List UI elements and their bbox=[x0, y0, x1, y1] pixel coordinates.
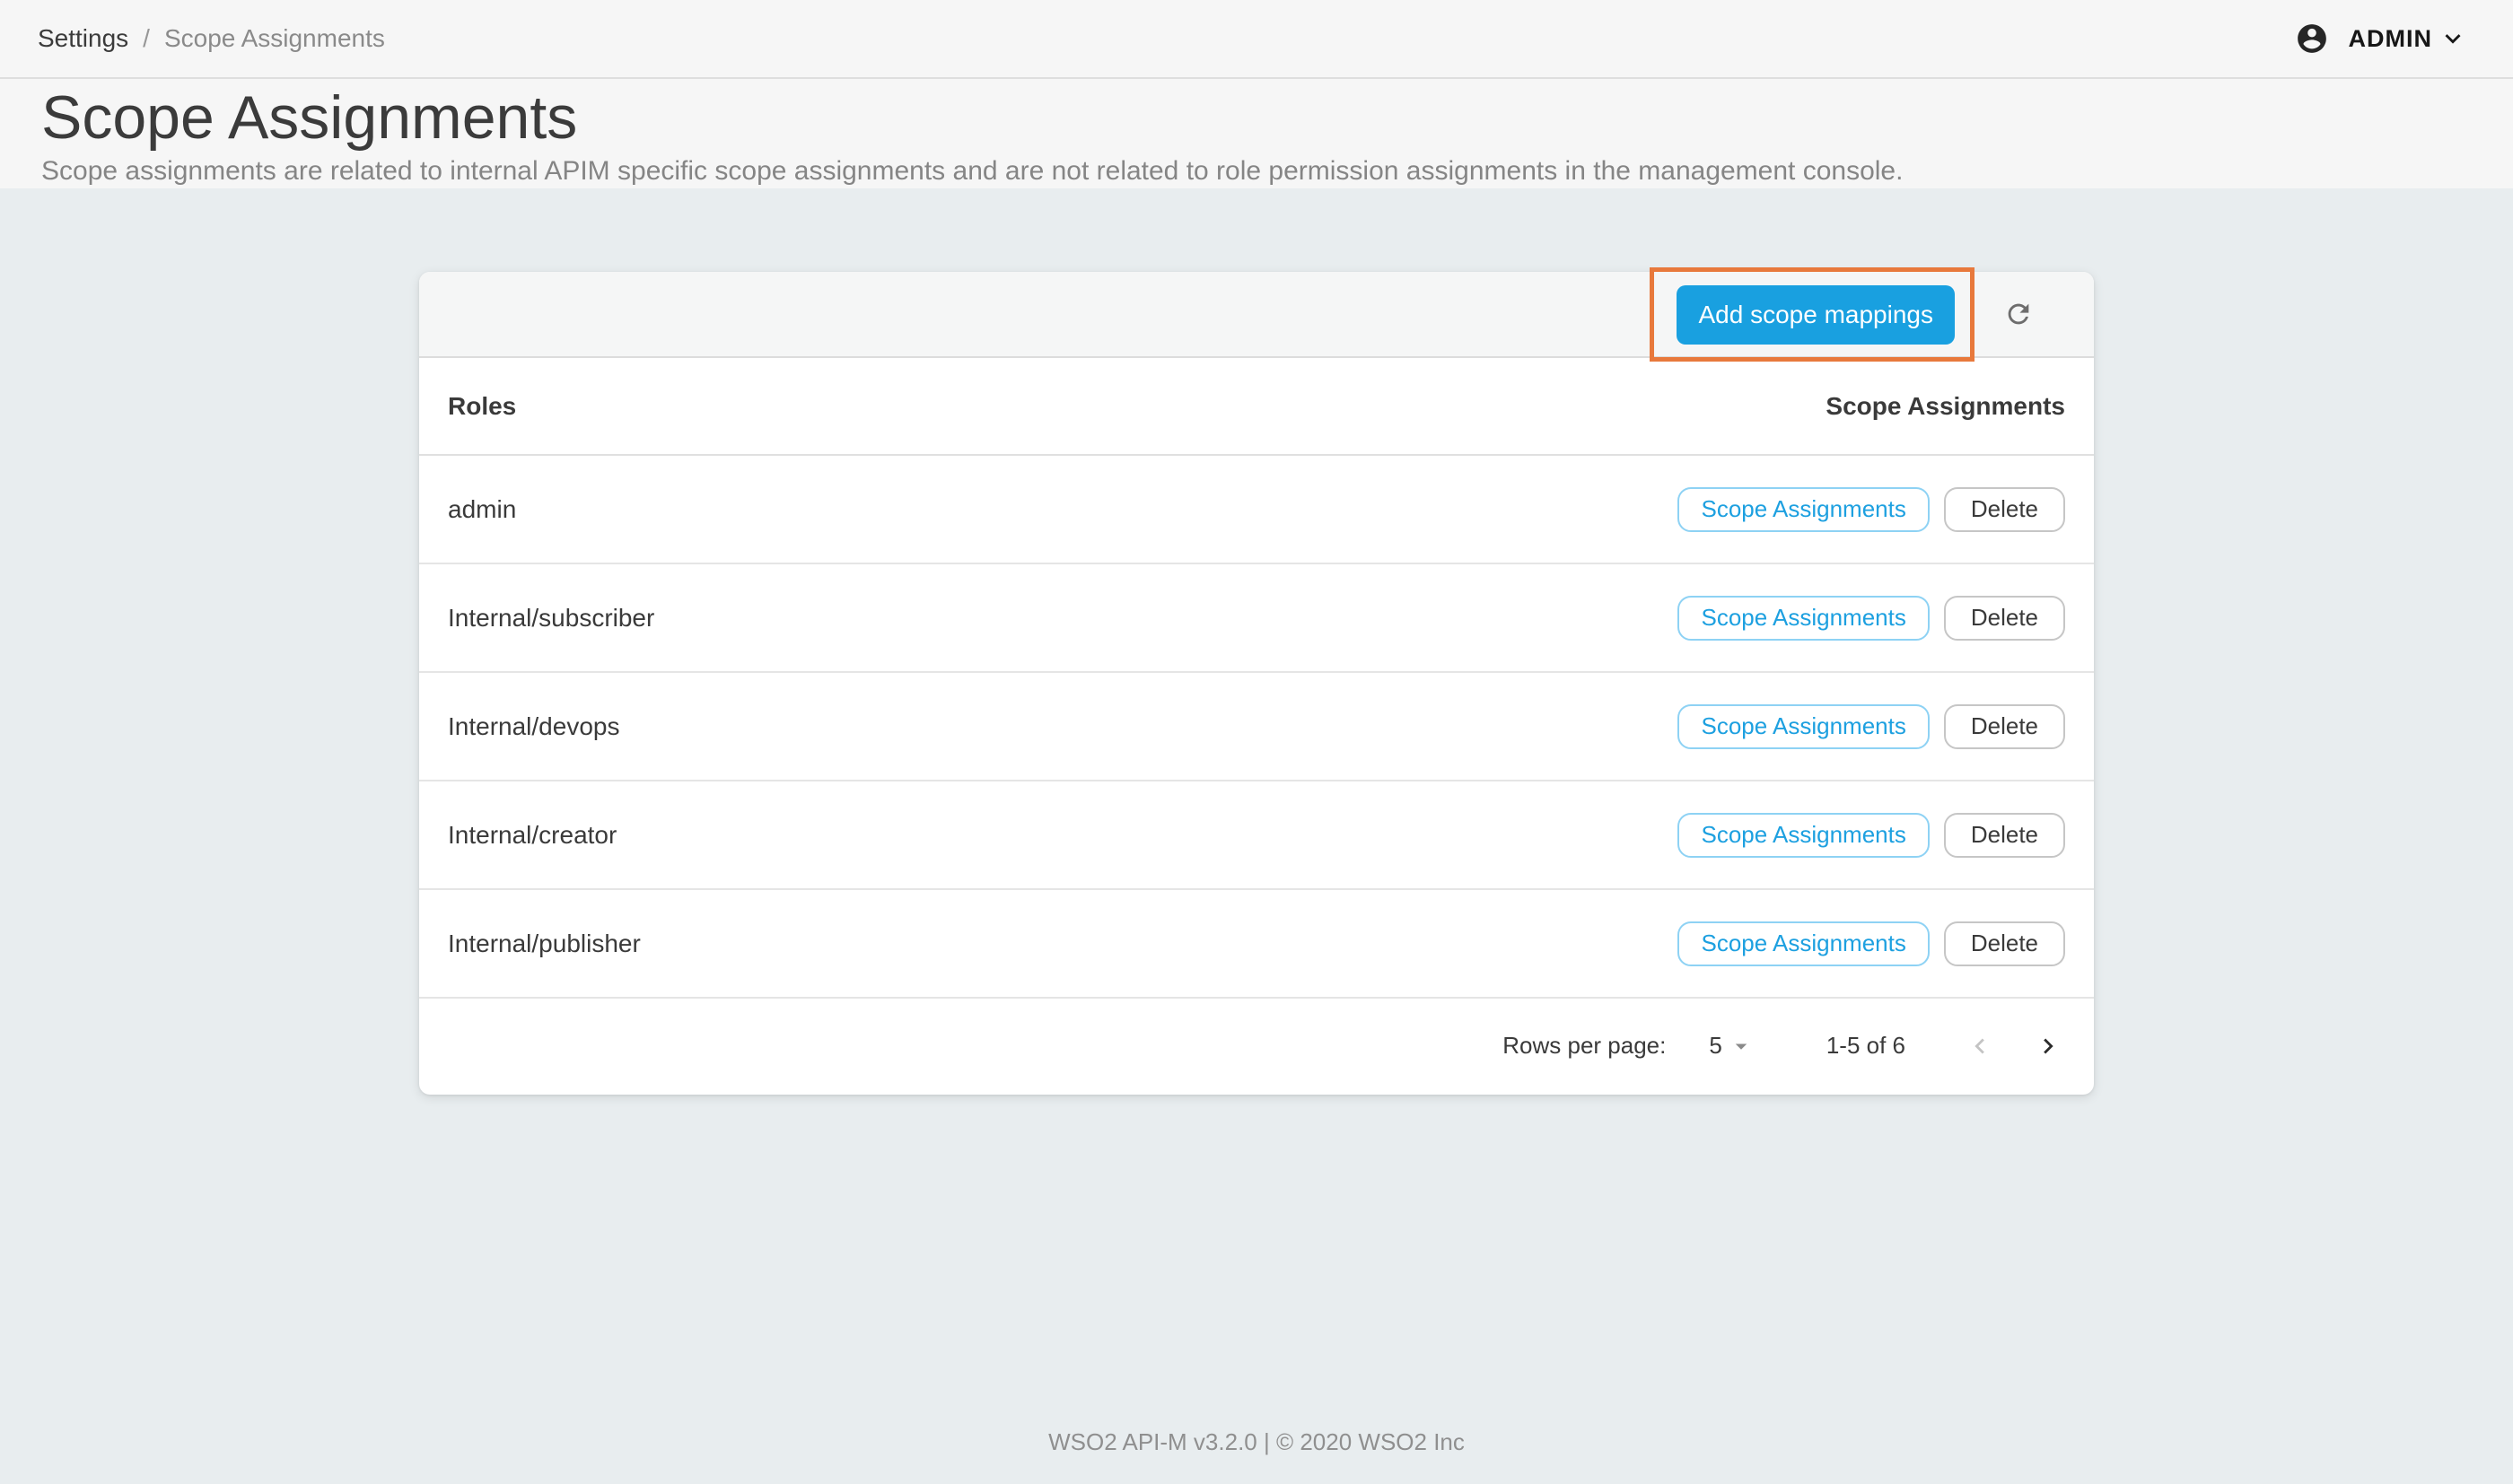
top-navigation-bar: Settings / Scope Assignments ADMIN bbox=[0, 0, 2513, 79]
table-row: Internal/devops Scope Assignments Delete bbox=[419, 673, 2094, 781]
delete-button[interactable]: Delete bbox=[1943, 812, 2065, 858]
scope-assignments-button[interactable]: Scope Assignments bbox=[1677, 486, 1930, 532]
page-subtitle: Scope assignments are related to interna… bbox=[41, 155, 1904, 186]
role-name: Internal/devops bbox=[448, 711, 620, 740]
previous-page-button bbox=[1965, 1031, 1995, 1061]
row-actions: Scope Assignments Delete bbox=[1677, 486, 2065, 532]
role-name: admin bbox=[448, 494, 517, 523]
table-row: Internal/creator Scope Assignments Delet… bbox=[419, 781, 2094, 890]
role-name: Internal/subscriber bbox=[448, 603, 655, 632]
row-actions: Scope Assignments Delete bbox=[1677, 921, 2065, 966]
chevron-right-icon bbox=[2044, 1038, 2053, 1053]
table-row: Internal/publisher Scope Assignments Del… bbox=[419, 890, 2094, 999]
next-page-button[interactable] bbox=[2033, 1031, 2063, 1061]
chevron-left-icon bbox=[1974, 1038, 1984, 1053]
refresh-icon bbox=[2008, 303, 2029, 325]
row-actions: Scope Assignments Delete bbox=[1677, 812, 2065, 858]
pagination-range-label: 1-5 of 6 bbox=[1826, 1032, 1905, 1059]
rows-per-page-value: 5 bbox=[1709, 1032, 1722, 1059]
column-header-roles: Roles bbox=[448, 391, 517, 420]
rows-per-page-label: Rows per page: bbox=[1502, 1032, 1667, 1059]
delete-button[interactable]: Delete bbox=[1943, 486, 2065, 532]
scope-assignments-card: Add scope mappings Roles Scope Assignmen… bbox=[419, 266, 2094, 1095]
table-row: Internal/subscriber Scope Assignments De… bbox=[419, 564, 2094, 673]
highlight-annotation-rectangle: Add scope mappings bbox=[1650, 266, 1974, 362]
account-circle-icon bbox=[2297, 24, 2326, 53]
breadcrumb: Settings / Scope Assignments bbox=[38, 24, 385, 53]
rows-per-page-select[interactable]: 5 bbox=[1709, 1032, 1754, 1060]
scope-assignments-button[interactable]: Scope Assignments bbox=[1677, 921, 1930, 966]
scope-assignments-button[interactable]: Scope Assignments bbox=[1677, 812, 1930, 858]
footer-text: WSO2 API-M v3.2.0 | © 2020 WSO2 Inc bbox=[1048, 1428, 1465, 1455]
scope-assignments-button[interactable]: Scope Assignments bbox=[1677, 703, 1930, 749]
page-title: Scope Assignments bbox=[41, 83, 578, 152]
breadcrumb-separator: / bbox=[143, 24, 150, 52]
role-name: Internal/creator bbox=[448, 820, 617, 849]
column-header-scope-assignments: Scope Assignments bbox=[1826, 391, 2065, 420]
refresh-button[interactable] bbox=[1997, 292, 2040, 336]
role-name: Internal/publisher bbox=[448, 929, 641, 957]
arrow-drop-down-icon bbox=[1735, 1043, 1747, 1050]
page-header: Scope Assignments Scope assignments are … bbox=[0, 79, 2513, 188]
scope-assignments-button[interactable]: Scope Assignments bbox=[1677, 595, 1930, 641]
table-header-row: Roles Scope Assignments bbox=[419, 358, 2094, 456]
card-toolbar: Add scope mappings bbox=[419, 266, 2094, 362]
app-footer: WSO2 API-M v3.2.0 | © 2020 WSO2 Inc bbox=[0, 1428, 2513, 1456]
user-menu-button[interactable]: ADMIN bbox=[2295, 22, 2469, 56]
delete-button[interactable]: Delete bbox=[1943, 595, 2065, 641]
delete-button[interactable]: Delete bbox=[1943, 703, 2065, 749]
add-scope-mappings-button[interactable]: Add scope mappings bbox=[1677, 284, 1955, 345]
table-pagination: Rows per page: 5 1-5 of 6 bbox=[419, 999, 2094, 1093]
breadcrumb-settings[interactable]: Settings bbox=[38, 24, 128, 53]
table-row: admin Scope Assignments Delete bbox=[419, 456, 2094, 564]
chevron-down-icon bbox=[2445, 34, 2461, 44]
user-name-label: ADMIN bbox=[2348, 24, 2432, 52]
delete-button[interactable]: Delete bbox=[1943, 921, 2065, 966]
breadcrumb-current-page: Scope Assignments bbox=[163, 24, 385, 52]
row-actions: Scope Assignments Delete bbox=[1677, 595, 2065, 641]
row-actions: Scope Assignments Delete bbox=[1677, 703, 2065, 749]
